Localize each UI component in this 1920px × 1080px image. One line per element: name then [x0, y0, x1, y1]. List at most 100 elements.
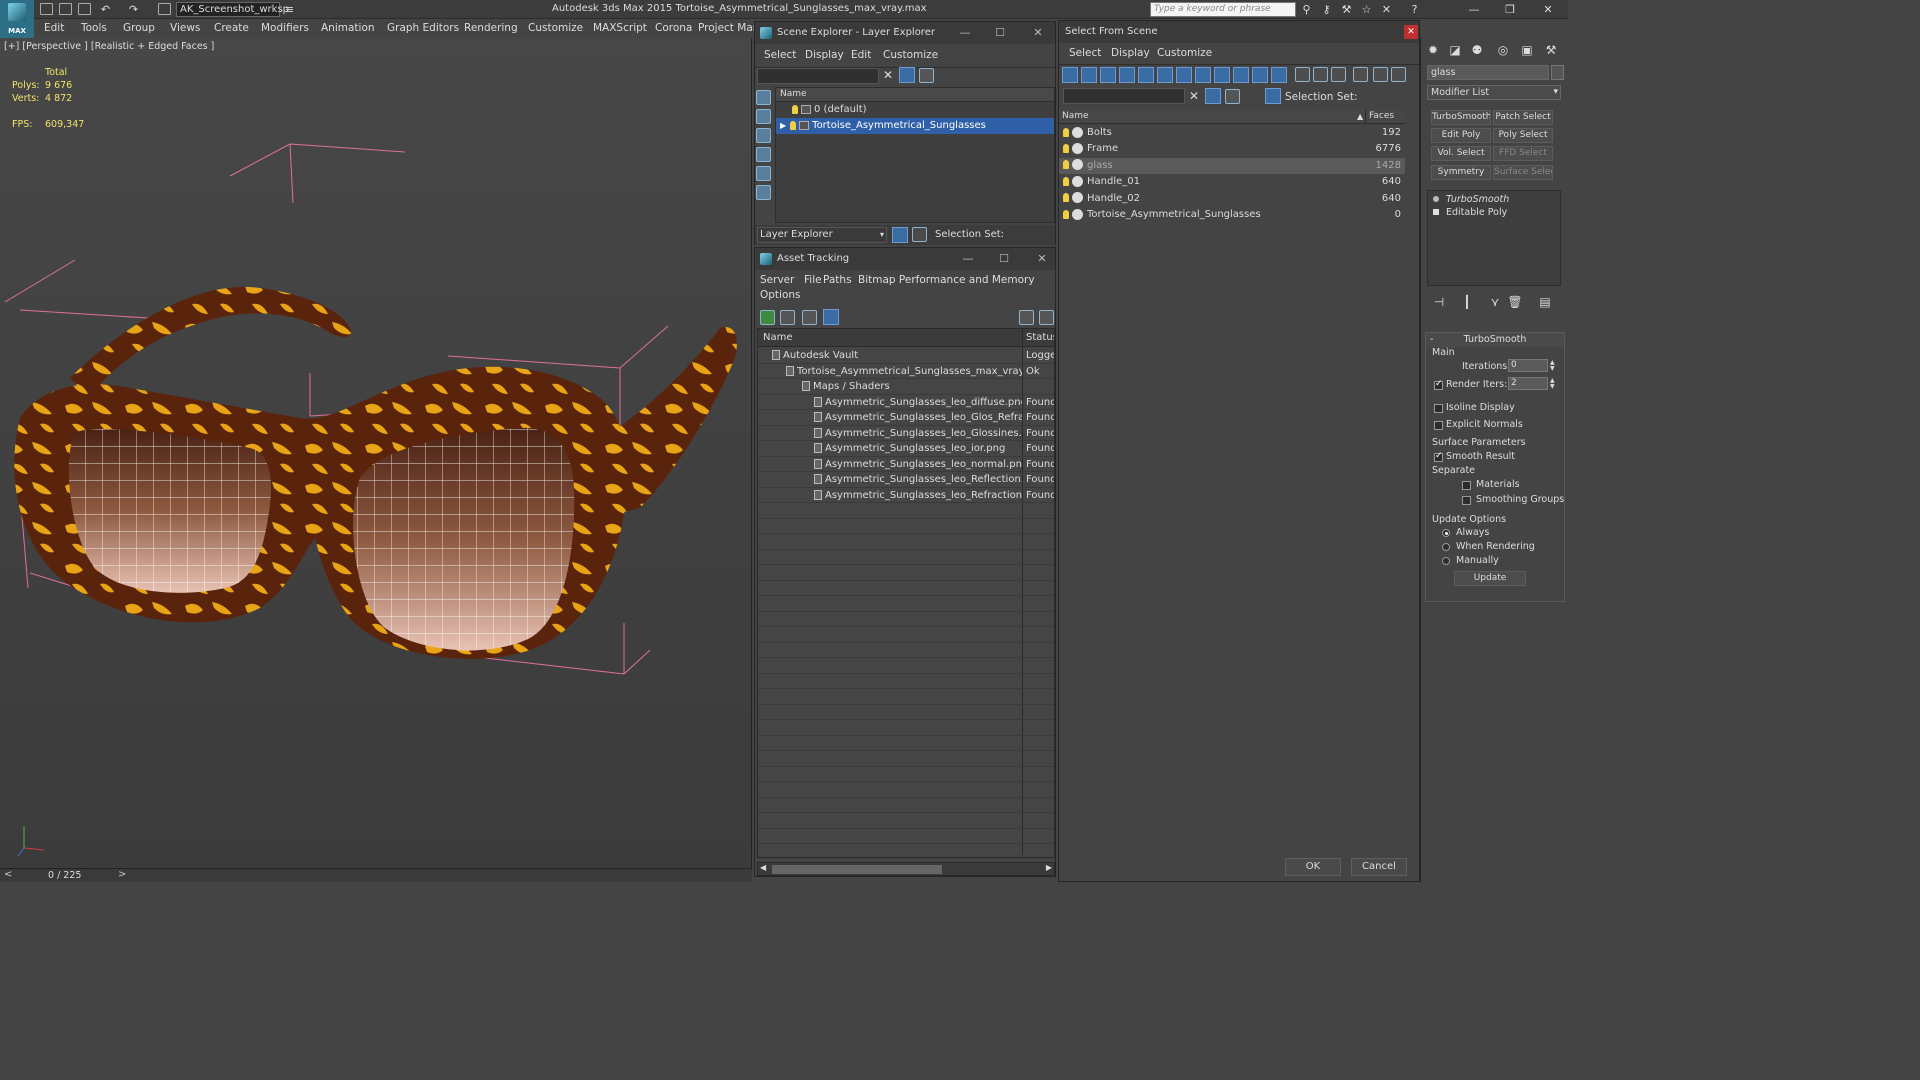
se-menu-display[interactable]: Display: [805, 49, 844, 61]
subscription-icon[interactable]: ⚒: [1340, 3, 1353, 16]
scene-object-row[interactable]: Handle_02 640: [1059, 191, 1405, 207]
menu-edit[interactable]: Edit: [44, 22, 64, 34]
scroll-thumb[interactable]: [772, 865, 942, 874]
motion-tab-icon[interactable]: ◎: [1495, 42, 1511, 58]
asset-row[interactable]: [758, 503, 1054, 519]
spinner-arrows-icon[interactable]: ▲ ▼: [1550, 378, 1558, 391]
sfs-find-field[interactable]: [1063, 88, 1185, 104]
hierarchy-tab-icon[interactable]: ⚉: [1469, 42, 1485, 58]
asset-row[interactable]: [758, 736, 1054, 751]
se-layer-options-icon[interactable]: [919, 68, 934, 83]
se-display-objects-icon[interactable]: [756, 90, 771, 105]
asset-row[interactable]: [758, 643, 1054, 658]
at-close-button[interactable]: ✕: [1027, 248, 1057, 270]
menu-tools[interactable]: Tools: [81, 22, 107, 34]
sfs-layer-icon[interactable]: [1225, 89, 1240, 104]
asset-row[interactable]: Asymmetric_Sunglasses_leo_diffuse.png Fou…: [758, 395, 1054, 410]
render-iters-checkbox[interactable]: [1434, 379, 1443, 390]
se-clear-find-icon[interactable]: ✕: [883, 68, 893, 82]
se-find-field[interactable]: [757, 68, 879, 84]
render-iters-spinner[interactable]: 2: [1508, 377, 1548, 390]
display-tab-icon[interactable]: ▣: [1519, 42, 1535, 58]
rollout-title[interactable]: - TurboSmooth: [1426, 333, 1564, 347]
light-bulb-icon[interactable]: [1063, 176, 1069, 186]
expand-arrow-icon[interactable]: ▶: [780, 121, 786, 130]
asset-row[interactable]: [758, 705, 1054, 720]
sfs-close-button[interactable]: ✕: [1404, 25, 1418, 39]
materials-checkbox[interactable]: [1462, 481, 1471, 490]
time-slider[interactable]: < 0 / 225 >: [0, 868, 752, 882]
light-bulb-icon[interactable]: [1063, 143, 1069, 153]
sfs-display-helpers-icon[interactable]: [1138, 67, 1154, 83]
se-hierarchy-mode-icon[interactable]: [912, 227, 927, 242]
light-bulb-icon[interactable]: [1063, 209, 1069, 219]
at-menu-bitmap-performance[interactable]: Bitmap Performance and Memory: [858, 274, 1035, 286]
lightbulb-icon[interactable]: [1433, 196, 1439, 202]
when-rendering-radio[interactable]: [1442, 543, 1450, 551]
close-search-icon[interactable]: ✕: [1380, 3, 1393, 16]
object-color-swatch[interactable]: [1551, 65, 1564, 80]
sfs-display-all-icon[interactable]: [1295, 67, 1310, 82]
spinner-arrows-icon[interactable]: ▲ ▼: [1550, 360, 1558, 373]
sfs-display-hidden-icon[interactable]: [1271, 67, 1287, 83]
utilities-tab-icon[interactable]: ⚒: [1543, 42, 1559, 58]
light-bulb-icon[interactable]: [790, 120, 797, 130]
asset-row[interactable]: [758, 534, 1054, 550]
minimize-button[interactable]: —: [1456, 0, 1492, 19]
sfs-select-invert-icon[interactable]: [1391, 67, 1406, 82]
sfs-col-faces[interactable]: Faces: [1369, 110, 1394, 123]
scene-object-row[interactable]: glass 1428: [1059, 157, 1405, 175]
stack-item-turbosmooth[interactable]: TurboSmooth: [1428, 193, 1560, 206]
sfs-display-spacewarps-icon[interactable]: [1157, 67, 1173, 83]
menu-group[interactable]: Group: [123, 22, 155, 34]
sfs-display-cameras-icon[interactable]: [1119, 67, 1135, 83]
sfs-menu-display[interactable]: Display: [1111, 47, 1150, 59]
scene-object-row[interactable]: Tortoise_Asymmetrical_Sunglasses 0: [1059, 207, 1405, 223]
sfs-display-bones-icon[interactable]: [1214, 67, 1230, 83]
asset-row[interactable]: [758, 751, 1054, 767]
layer-tree-header[interactable]: Name: [776, 88, 1054, 102]
turbosmooth-button[interactable]: TurboSmooth: [1431, 110, 1491, 125]
sfs-display-frozen-icon[interactable]: [1252, 67, 1268, 83]
asset-row[interactable]: [758, 782, 1054, 798]
pin-stack-icon[interactable]: ⊣: [1431, 294, 1447, 310]
at-minimize-button[interactable]: —: [953, 248, 983, 270]
save-file-icon[interactable]: [78, 3, 91, 15]
redo-icon[interactable]: ↷: [127, 3, 140, 16]
at-refresh-icon[interactable]: [760, 310, 775, 325]
scene-object-row[interactable]: Bolts 192: [1059, 125, 1405, 141]
modify-tab-icon[interactable]: ◪: [1447, 42, 1463, 58]
se-display-lights-icon[interactable]: [756, 147, 771, 162]
asset-row[interactable]: [758, 627, 1054, 643]
new-file-icon[interactable]: [40, 3, 53, 15]
se-filter-icon[interactable]: [899, 67, 915, 83]
cancel-button[interactable]: Cancel: [1351, 858, 1407, 876]
asset-row[interactable]: [758, 720, 1054, 736]
at-thumbnail-view-icon[interactable]: [802, 310, 817, 325]
undo-icon[interactable]: ↶: [99, 3, 112, 16]
surface-select-button[interactable]: Surface Select: [1493, 165, 1553, 180]
asset-row[interactable]: [758, 844, 1054, 857]
at-menu-file[interactable]: File: [804, 274, 822, 286]
menu-maxscript[interactable]: MAXScript: [593, 22, 647, 34]
vol-select-button[interactable]: Vol. Select: [1431, 146, 1491, 161]
sfs-select-all-icon[interactable]: [1353, 67, 1368, 82]
at-horizontal-scrollbar[interactable]: ◀ ▶: [757, 862, 1055, 876]
menu-graph-editors[interactable]: Graph Editors: [387, 22, 459, 34]
open-file-icon[interactable]: [59, 3, 72, 15]
configure-sets-icon[interactable]: ▤: [1537, 294, 1553, 310]
se-display-shapes-icon[interactable]: [756, 128, 771, 143]
asset-row[interactable]: Asymmetric_Sunglasses_leo_normal.png Foun…: [758, 457, 1054, 472]
at-maximize-button[interactable]: ☐: [989, 248, 1019, 270]
asset-row[interactable]: [758, 829, 1054, 844]
remove-modifier-icon[interactable]: 🗑: [1507, 294, 1523, 310]
time-next-icon[interactable]: >: [118, 869, 126, 880]
create-tab-icon[interactable]: ✹: [1425, 42, 1441, 58]
always-radio[interactable]: [1442, 529, 1450, 537]
smooth-result-checkbox[interactable]: [1434, 451, 1443, 462]
help-search-input[interactable]: Type a keyword or phrase: [1150, 2, 1296, 17]
iterations-spinner[interactable]: 0: [1508, 359, 1548, 372]
se-display-helpers-icon[interactable]: [756, 185, 771, 200]
se-minimize-button[interactable]: —: [950, 22, 980, 44]
col-name-header[interactable]: Name: [763, 329, 793, 347]
